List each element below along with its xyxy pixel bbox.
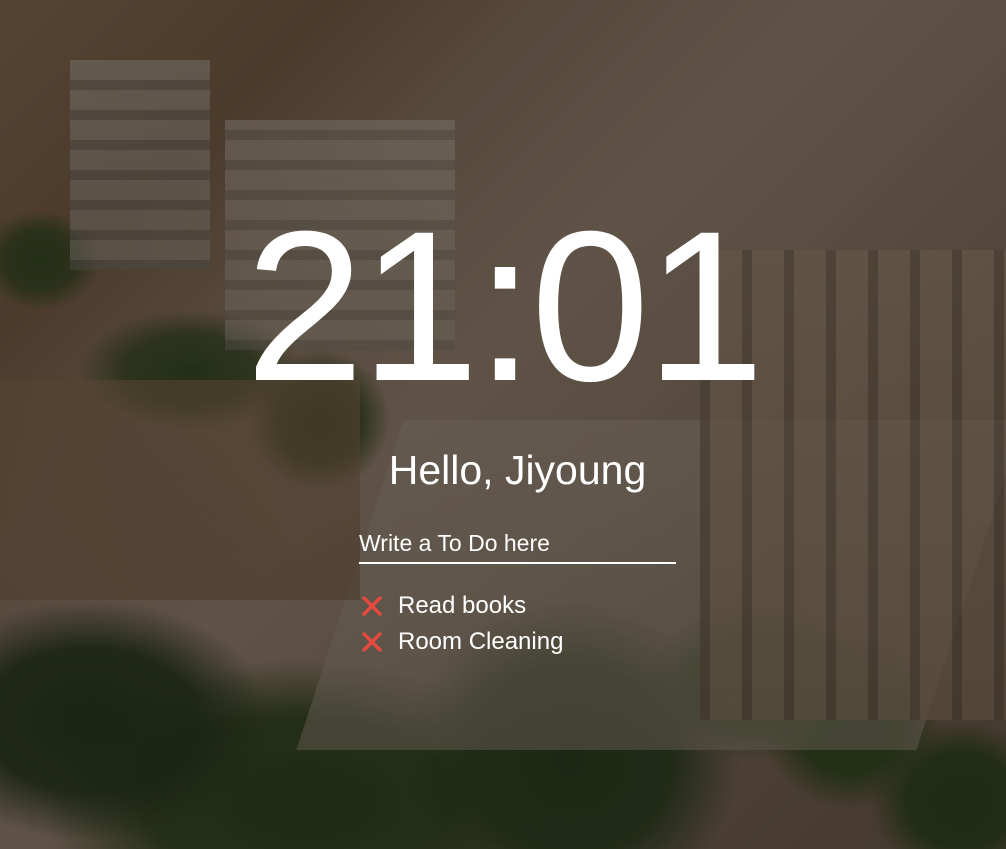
todo-input[interactable] — [359, 526, 676, 560]
momentum-screen: 21:01 Hello, Jiyoung Read books — [0, 0, 1006, 849]
todo-item-text: Room Cleaning — [398, 628, 564, 655]
x-icon[interactable] — [358, 592, 386, 620]
main-content: 21:01 Hello, Jiyoung Read books — [0, 0, 1006, 849]
greeting-text: Hello, Jiyoung — [388, 447, 647, 493]
todo-list: Read books Room Cleaning — [358, 588, 563, 660]
clock-display: 21:01 — [245, 187, 765, 426]
todo-item: Read books — [358, 588, 563, 624]
x-icon[interactable] — [358, 628, 386, 656]
todo-item-text: Read books — [398, 592, 527, 619]
todo-item: Room Cleaning — [358, 624, 563, 660]
todo-form — [359, 526, 676, 564]
